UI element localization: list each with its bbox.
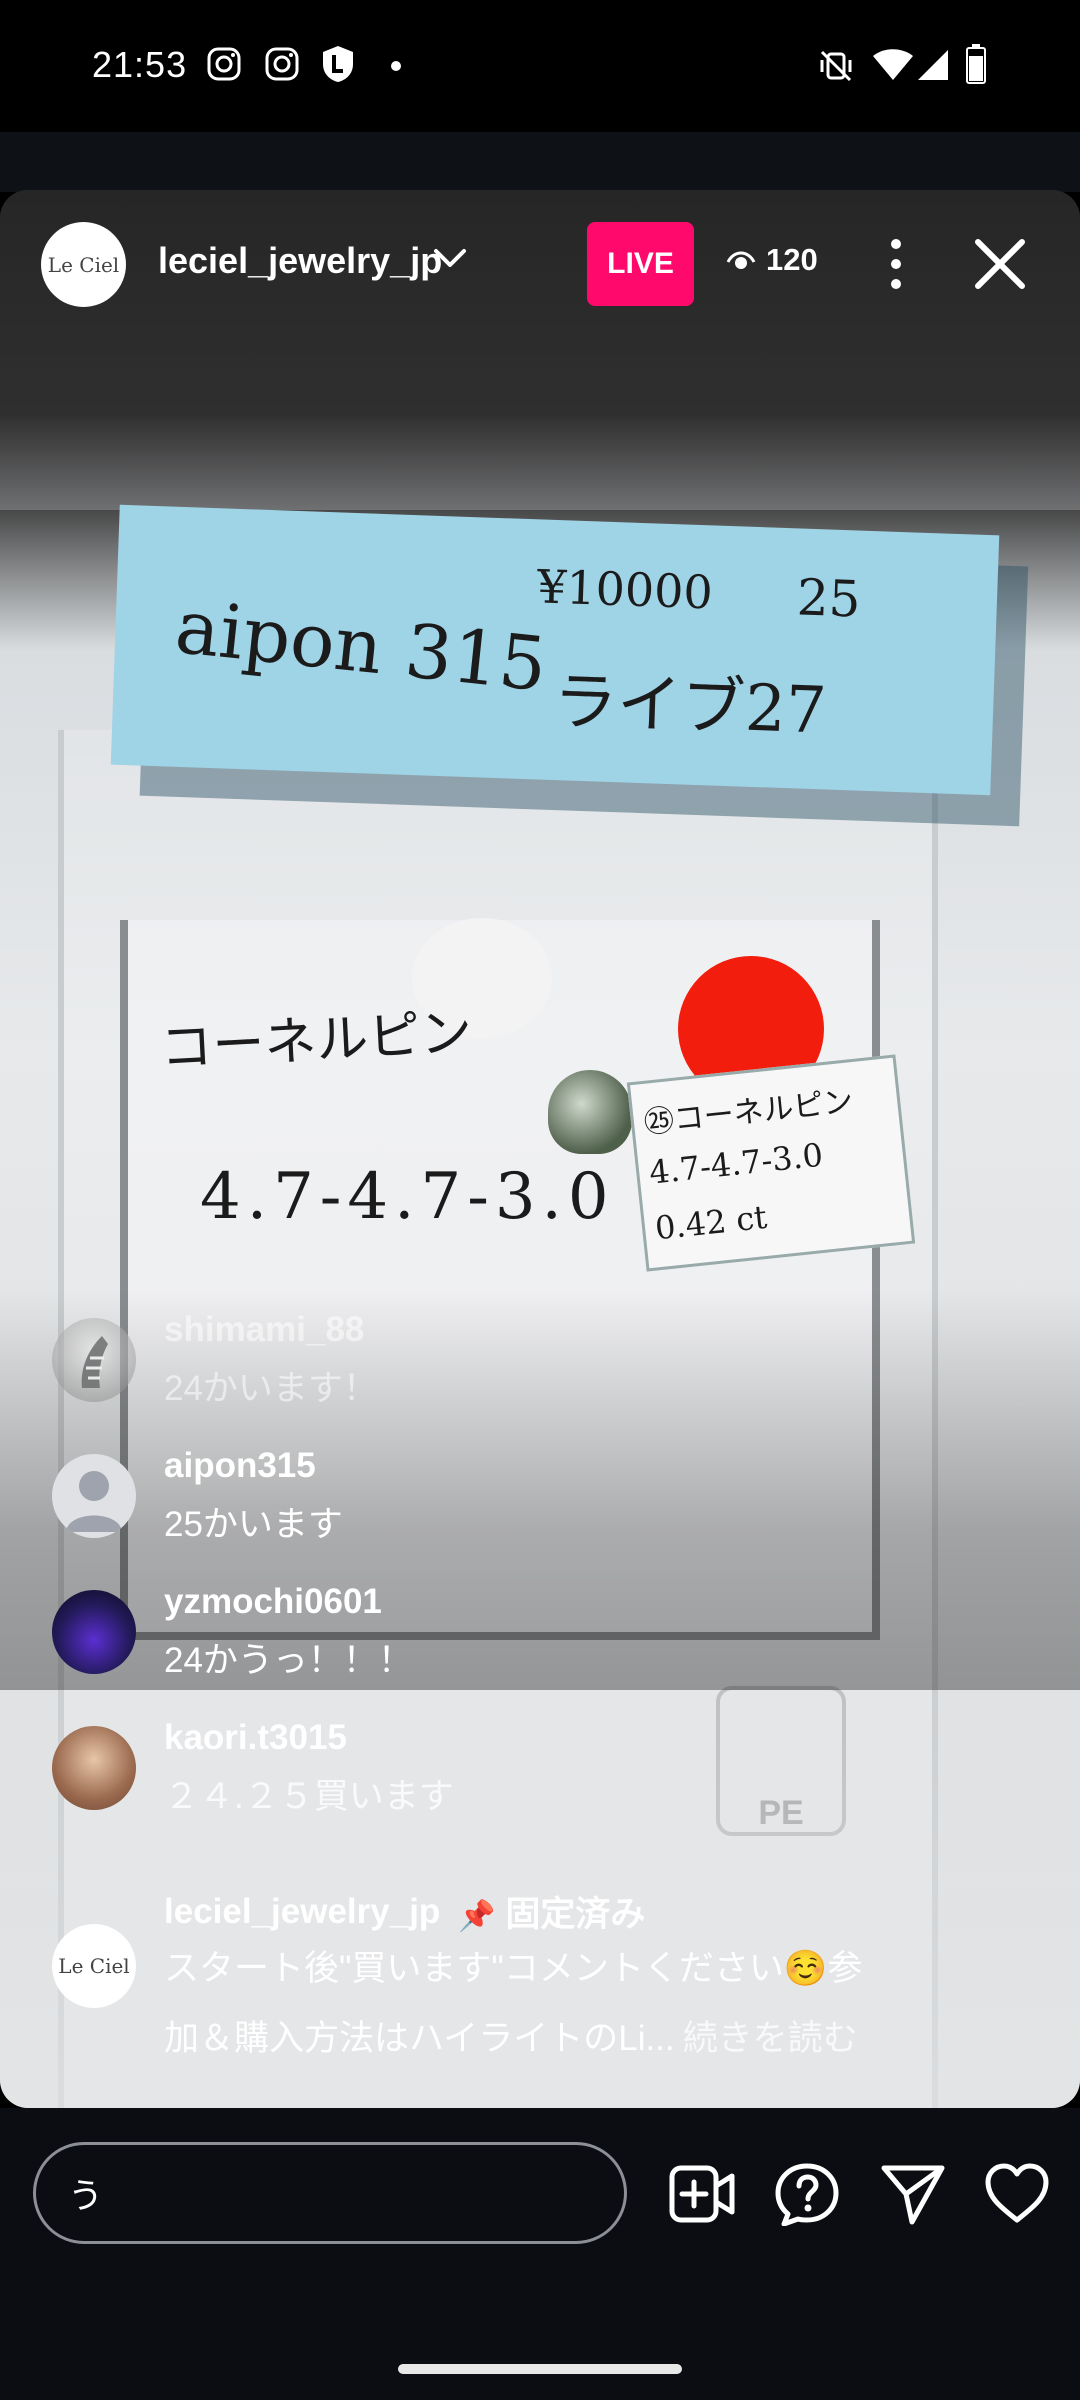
sticky-line1: aipon 315 bbox=[171, 584, 551, 709]
commenter-avatar[interactable] bbox=[52, 1454, 136, 1538]
video-background bbox=[0, 190, 1080, 510]
pin-label: 📌 固定済み bbox=[458, 1886, 645, 1937]
comment-item[interactable]: yzmochi0601 24かうっ！！！ bbox=[52, 1582, 952, 1702]
gem-label: ㉕コーネルピン 4.7-4.7-3.0 0.42 ct bbox=[626, 1054, 916, 1272]
chevron-down-icon[interactable] bbox=[432, 246, 468, 270]
comment-item[interactable]: shimami_88 24かいます！ bbox=[52, 1310, 952, 1430]
send-icon[interactable] bbox=[878, 2162, 948, 2226]
status-time: 21:53 bbox=[92, 44, 188, 85]
live-badge: LIVE bbox=[587, 222, 694, 306]
card-line2: 4.7-4.7-3.0 bbox=[200, 1160, 615, 1234]
zebra-avatar-icon bbox=[81, 1336, 108, 1388]
comment-input[interactable]: う bbox=[33, 2142, 627, 2244]
viewer-count: 120 bbox=[726, 242, 818, 278]
more-options-icon[interactable] bbox=[876, 236, 916, 292]
vibrate-off-icon bbox=[820, 50, 852, 82]
commenter-avatar[interactable] bbox=[52, 1590, 136, 1674]
comment-text: 24かうっ！！！ bbox=[164, 1641, 413, 1680]
commenter-avatar[interactable] bbox=[52, 1318, 136, 1402]
instagram-icon bbox=[265, 47, 299, 81]
top-band bbox=[0, 132, 1080, 192]
question-icon[interactable] bbox=[772, 2162, 842, 2226]
pinned-username[interactable]: leciel_jewelry_jp bbox=[164, 1892, 440, 1932]
status-bar: 21:53 bbox=[0, 0, 1080, 132]
pin-label-text: 固定済み bbox=[505, 1895, 646, 1934]
comment-text: 25かいます bbox=[164, 1505, 343, 1544]
pin-icon: 📌 bbox=[458, 1900, 496, 1933]
commenter-avatar[interactable] bbox=[52, 1726, 136, 1810]
label-line2: 4.7-4.7-3.0 bbox=[647, 1135, 825, 1192]
heart-icon[interactable] bbox=[982, 2162, 1052, 2226]
pinned-text-line2: 加＆購入方法はハイライトのLi... 続きを読む bbox=[164, 2010, 858, 2061]
eye-icon bbox=[726, 251, 756, 269]
sticky-note: aipon 315 ¥10000 25 ライブ27 bbox=[110, 504, 1000, 796]
comment-item[interactable]: aipon315 25かいます bbox=[52, 1446, 952, 1566]
host-avatar[interactable]: Le Ciel bbox=[41, 222, 126, 307]
comment-text: 24かいます！ bbox=[164, 1369, 378, 1408]
sticky-number: 25 bbox=[795, 568, 862, 629]
add-video-guest-icon[interactable] bbox=[668, 2162, 738, 2226]
read-more-link[interactable]: 続きを読む bbox=[683, 2019, 858, 2058]
viewer-count-value: 120 bbox=[766, 242, 818, 277]
gemstone bbox=[548, 1070, 632, 1154]
comment-username[interactable]: shimami_88 bbox=[164, 1310, 364, 1350]
pinned-header[interactable]: leciel_jewelry_jp 📌 固定済み bbox=[164, 1886, 645, 1937]
instagram-icon bbox=[207, 47, 241, 81]
comment-username[interactable]: aipon315 bbox=[164, 1446, 316, 1486]
pinned-text-line1: スタート後"買います"コメントください☺️参 bbox=[164, 1949, 863, 1988]
pinned-text-line2-content: 加＆購入方法はハイライトのLi... bbox=[164, 2019, 675, 2058]
comment-username[interactable]: kaori.t3015 bbox=[164, 1718, 347, 1758]
signal-icon bbox=[918, 50, 948, 80]
home-indicator[interactable] bbox=[398, 2364, 682, 2374]
shield-l-icon bbox=[323, 46, 353, 82]
pinned-avatar[interactable]: Le Ciel bbox=[52, 1924, 136, 2008]
default-avatar-icon bbox=[66, 1471, 122, 1532]
sticky-price: ¥10000 bbox=[536, 559, 714, 620]
close-icon[interactable] bbox=[972, 236, 1028, 292]
label-line3: 0.42 ct bbox=[653, 1197, 769, 1248]
comment-username[interactable]: yzmochi0601 bbox=[164, 1582, 382, 1622]
battery-icon bbox=[966, 44, 986, 84]
comment-text: ２４.２５買います bbox=[164, 1777, 454, 1816]
comment-item[interactable]: kaori.t3015 ２４.２５買います bbox=[52, 1718, 952, 1838]
screen: 21:53 aipon 315 ¥10000 25 ライブ27 コーネルピン 4… bbox=[0, 0, 1080, 2400]
wifi-icon bbox=[873, 49, 913, 80]
label-line1: ㉕コーネルピン bbox=[642, 1084, 855, 1141]
sticky-line2: ライブ27 bbox=[551, 664, 828, 749]
host-username[interactable]: leciel_jewelry_jp bbox=[158, 240, 442, 282]
dot-icon bbox=[391, 61, 401, 71]
